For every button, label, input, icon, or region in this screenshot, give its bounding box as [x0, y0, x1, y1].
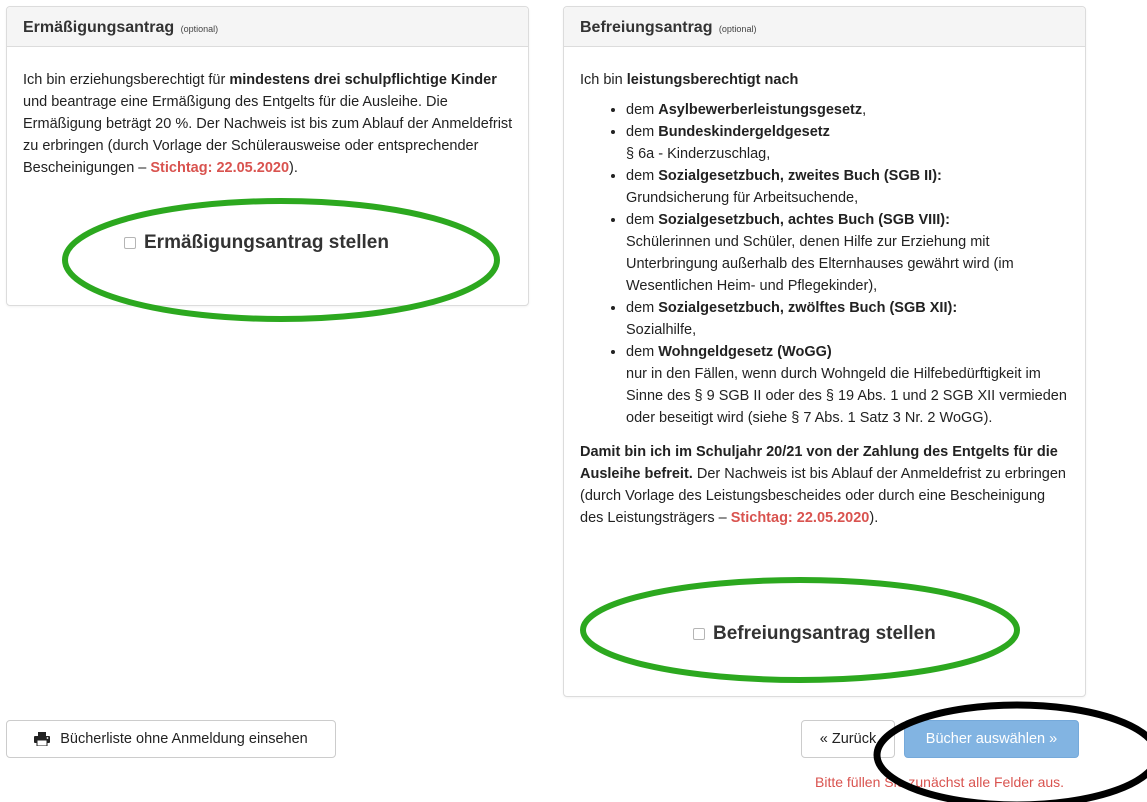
exemption-outro-end: ). [869, 510, 879, 526]
list-item: dem Sozialgesetzbuch, zweites Buch (SGB … [626, 165, 1070, 209]
reduction-checkbox[interactable] [124, 237, 136, 249]
exemption-panel-body: Ich bin leistungsberechtigt nach dem Asy… [564, 47, 1085, 529]
exemption-deadline: Stichtag: 22.05.2020 [730, 510, 870, 526]
reduction-panel-title: Ermäßigungsantrag [23, 19, 175, 36]
exemption-panel: Befreiungsantrag (optional) Ich bin leis… [563, 6, 1086, 697]
reduction-text-part: Ich bin erziehungsberechtigt für [23, 72, 230, 88]
exemption-panel-title: Befreiungsantrag [580, 19, 713, 36]
form-error-message: Bitte füllen Sie zunächst alle Felder au… [815, 774, 1065, 790]
exemption-checkbox[interactable] [693, 628, 705, 640]
booklist-button[interactable]: Bücherliste ohne Anmeldung einsehen [6, 720, 336, 758]
reduction-checkbox-label[interactable]: Ermäßigungsantrag stellen [144, 232, 389, 254]
list-item: dem Sozialgesetzbuch, zwölftes Buch (SGB… [626, 297, 1070, 341]
exemption-outro: Damit bin ich im Schuljahr 20/21 von der… [580, 441, 1070, 529]
eligibility-list: dem Asylbewerberleistungsgesetz, dem Bun… [580, 99, 1070, 429]
select-books-button-label: Bücher auswählen » [925, 731, 1058, 747]
list-item: dem Wohngeldgesetz (WoGG)nur in den Fäll… [626, 341, 1070, 429]
list-item: dem Sozialgesetzbuch, achtes Buch (SGB V… [626, 209, 1070, 297]
back-button[interactable]: « Zurück [801, 720, 895, 758]
list-item: dem Bundeskindergeldgesetz§ 6a - Kinderz… [626, 121, 1070, 165]
optional-label: (optional) [718, 24, 757, 34]
reduction-text-end: ). [289, 160, 298, 176]
reduction-panel: Ermäßigungsantrag (optional) Ich bin erz… [6, 6, 529, 306]
select-books-button[interactable]: Bücher auswählen » [904, 720, 1079, 758]
exemption-intro: Ich bin leistungsberechtigt nach [580, 69, 1070, 91]
printer-icon [34, 732, 51, 747]
exemption-panel-heading: Befreiungsantrag (optional) [564, 7, 1085, 47]
back-button-label: « Zurück [819, 731, 877, 747]
reduction-panel-text: Ich bin erziehungsberechtigt für mindest… [7, 47, 528, 179]
reduction-deadline: Stichtag: 22.05.2020 [150, 160, 290, 176]
list-item: dem Asylbewerberleistungsgesetz, [626, 99, 1070, 121]
booklist-button-label: Bücherliste ohne Anmeldung einsehen [60, 731, 308, 747]
exemption-intro-text: Ich bin [580, 72, 627, 88]
exemption-checkbox-row[interactable]: Befreiungsantrag stellen [693, 622, 936, 646]
reduction-text-bold: mindestens drei schulpflichtige Kinder [229, 72, 497, 88]
optional-label: (optional) [180, 24, 219, 34]
reduction-checkbox-row[interactable]: Ermäßigungsantrag stellen [124, 231, 389, 255]
exemption-checkbox-label[interactable]: Befreiungsantrag stellen [713, 623, 936, 645]
reduction-panel-heading: Ermäßigungsantrag (optional) [7, 7, 528, 47]
exemption-intro-bold: leistungsberechtigt nach [626, 72, 799, 88]
